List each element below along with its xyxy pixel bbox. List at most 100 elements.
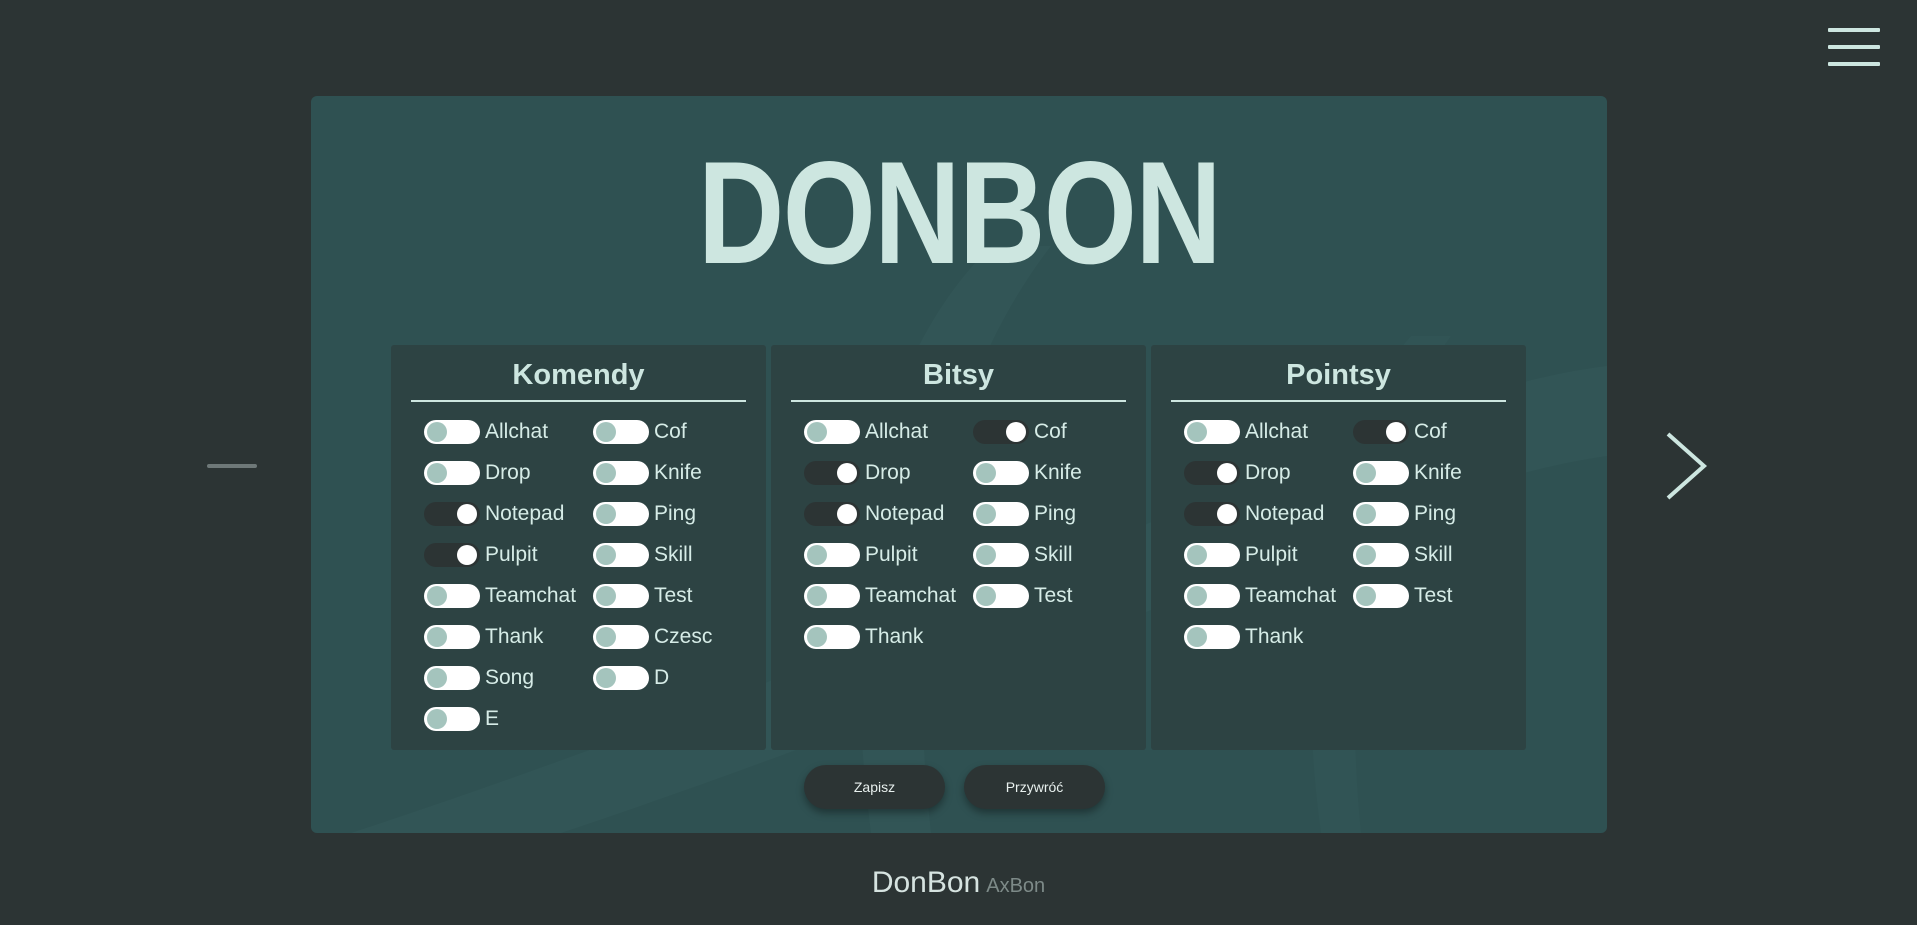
toggle-drop[interactable]: Drop xyxy=(804,458,911,488)
toggle-pulpit[interactable]: Pulpit xyxy=(804,540,918,570)
toggle-knife[interactable]: Knife xyxy=(1353,458,1462,488)
toggle-skill[interactable]: Skill xyxy=(1353,540,1453,570)
toggle-cof[interactable]: Cof xyxy=(973,417,1067,447)
toggle-switch[interactable] xyxy=(1184,625,1240,649)
toggle-skill[interactable]: Skill xyxy=(593,540,693,570)
toggle-switch[interactable] xyxy=(973,502,1029,526)
toggle-teamchat[interactable]: Teamchat xyxy=(424,581,576,611)
toggle-switch[interactable] xyxy=(424,461,480,485)
toggle-switch[interactable] xyxy=(424,543,480,567)
toggle-switch[interactable] xyxy=(424,666,480,690)
toggle-cof[interactable]: Cof xyxy=(593,417,687,447)
toggle-switch[interactable] xyxy=(593,666,649,690)
prev-page-icon[interactable] xyxy=(207,464,257,468)
toggle-d[interactable]: D xyxy=(593,663,669,693)
toggle-switch[interactable] xyxy=(973,543,1029,567)
toggle-switch[interactable] xyxy=(593,502,649,526)
toggle-skill[interactable]: Skill xyxy=(973,540,1073,570)
toggle-switch[interactable] xyxy=(593,461,649,485)
toggle-knob xyxy=(1006,422,1026,442)
toggle-switch[interactable] xyxy=(804,584,860,608)
toggle-allchat[interactable]: Allchat xyxy=(1184,417,1308,447)
toggle-switch[interactable] xyxy=(1184,543,1240,567)
next-page-icon[interactable] xyxy=(1660,430,1710,502)
toggle-teamchat[interactable]: Teamchat xyxy=(1184,581,1336,611)
toggle-label: Teamchat xyxy=(1245,584,1337,607)
toggle-ping[interactable]: Ping xyxy=(593,499,696,529)
toggle-knob xyxy=(1386,422,1406,442)
footer: DonBon AxBon xyxy=(0,866,1917,900)
toggle-switch[interactable] xyxy=(973,584,1029,608)
toggle-notepad[interactable]: Notepad xyxy=(804,499,944,529)
toggle-switch[interactable] xyxy=(593,543,649,567)
toggle-ping[interactable]: Ping xyxy=(1353,499,1456,529)
toggle-switch[interactable] xyxy=(1184,502,1240,526)
toggle-allchat[interactable]: Allchat xyxy=(424,417,548,447)
toggle-pulpit[interactable]: Pulpit xyxy=(1184,540,1298,570)
toggle-drop[interactable]: Drop xyxy=(1184,458,1291,488)
toggle-switch[interactable] xyxy=(593,420,649,444)
toggle-knob xyxy=(1187,627,1207,647)
toggle-label: E xyxy=(485,707,500,730)
toggle-ping[interactable]: Ping xyxy=(973,499,1076,529)
toggle-label: Allchat xyxy=(1245,420,1309,443)
toggle-label: Drop xyxy=(865,461,911,484)
toggle-switch[interactable] xyxy=(1184,584,1240,608)
hamburger-menu-icon[interactable] xyxy=(1828,28,1880,66)
toggle-switch[interactable] xyxy=(1353,502,1409,526)
menu-bar xyxy=(1828,45,1880,49)
toggle-e[interactable]: E xyxy=(424,704,499,734)
toggle-knob xyxy=(596,627,616,647)
toggle-label: Notepad xyxy=(1245,502,1325,525)
toggle-test[interactable]: Test xyxy=(593,581,693,611)
footer-sub: AxBon xyxy=(986,875,1046,897)
toggle-cof[interactable]: Cof xyxy=(1353,417,1447,447)
toggle-label: Knife xyxy=(1034,461,1082,484)
toggle-switch[interactable] xyxy=(1353,584,1409,608)
toggle-test[interactable]: Test xyxy=(1353,581,1453,611)
toggle-thank[interactable]: Thank xyxy=(804,622,923,652)
toggle-switch[interactable] xyxy=(1353,461,1409,485)
toggle-switch[interactable] xyxy=(804,461,860,485)
toggle-switch[interactable] xyxy=(424,625,480,649)
toggle-czesc[interactable]: Czesc xyxy=(593,622,712,652)
toggle-thank[interactable]: Thank xyxy=(424,622,543,652)
toggle-song[interactable]: Song xyxy=(424,663,534,693)
toggle-label: Czesc xyxy=(654,625,713,648)
toggle-test[interactable]: Test xyxy=(973,581,1073,611)
toggle-switch[interactable] xyxy=(973,461,1029,485)
toggle-label: Ping xyxy=(1414,502,1457,525)
panel-heading: Komendy xyxy=(411,359,746,402)
toggle-label: Test xyxy=(1034,584,1073,607)
toggle-notepad[interactable]: Notepad xyxy=(1184,499,1324,529)
save-button[interactable]: Zapisz xyxy=(804,765,945,809)
toggle-knob xyxy=(427,668,447,688)
toggle-pulpit[interactable]: Pulpit xyxy=(424,540,538,570)
toggle-switch[interactable] xyxy=(424,502,480,526)
toggle-switch[interactable] xyxy=(804,625,860,649)
toggle-knife[interactable]: Knife xyxy=(593,458,702,488)
toggle-switch[interactable] xyxy=(1353,543,1409,567)
toggle-knob xyxy=(807,422,827,442)
toggle-switch[interactable] xyxy=(593,625,649,649)
toggle-allchat[interactable]: Allchat xyxy=(804,417,928,447)
restore-button[interactable]: Przywróć xyxy=(964,765,1105,809)
toggle-teamchat[interactable]: Teamchat xyxy=(804,581,956,611)
toggle-knob xyxy=(807,545,827,565)
toggle-switch[interactable] xyxy=(1184,420,1240,444)
toggle-drop[interactable]: Drop xyxy=(424,458,531,488)
toggle-thank[interactable]: Thank xyxy=(1184,622,1303,652)
toggle-switch[interactable] xyxy=(424,420,480,444)
toggle-switch[interactable] xyxy=(1353,420,1409,444)
toggle-switch[interactable] xyxy=(804,420,860,444)
toggle-knife[interactable]: Knife xyxy=(973,458,1082,488)
toggle-switch[interactable] xyxy=(593,584,649,608)
toggle-switch[interactable] xyxy=(424,584,480,608)
toggle-notepad[interactable]: Notepad xyxy=(424,499,564,529)
toggle-switch[interactable] xyxy=(424,707,480,731)
toggle-switch[interactable] xyxy=(973,420,1029,444)
toggle-switch[interactable] xyxy=(804,543,860,567)
toggle-switch[interactable] xyxy=(1184,461,1240,485)
toggle-switch[interactable] xyxy=(804,502,860,526)
toggle-knob xyxy=(457,545,477,565)
